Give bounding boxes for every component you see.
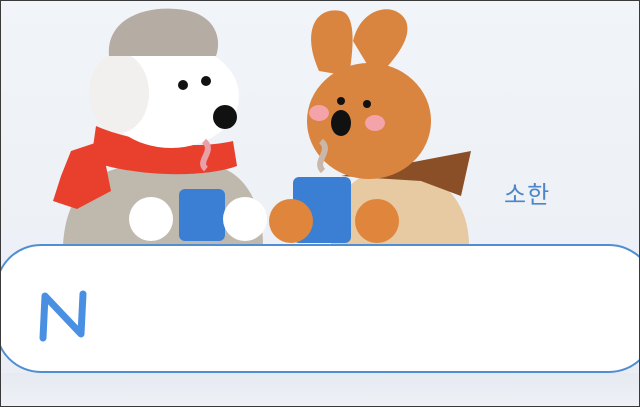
page-frame: 소한 (0, 0, 640, 407)
bunny-paw (355, 199, 399, 243)
puppy-nose (213, 105, 237, 129)
bunny-ear (311, 10, 353, 77)
bunny-mouth (331, 110, 351, 136)
bunny-cheek (365, 115, 385, 131)
bunny-eye (363, 100, 371, 108)
search-input[interactable] (107, 282, 591, 340)
puppy-cap (108, 8, 219, 56)
blue-mug (179, 189, 225, 241)
puppy-paw (223, 197, 267, 241)
doodle-caption[interactable]: 소한 (504, 175, 550, 210)
puppy-eye (201, 76, 211, 86)
bunny-paw (269, 199, 313, 243)
search-shadow (1, 373, 639, 406)
puppy-ear (89, 53, 149, 133)
bunny-cheek (309, 105, 329, 121)
puppy-paw (129, 197, 173, 241)
search-bar[interactable] (1, 244, 639, 373)
puppy-eye (178, 80, 188, 90)
bunny-eye (337, 97, 345, 105)
naver-n-logo-icon (39, 290, 87, 342)
doodle-illustration[interactable] (1, 1, 640, 251)
